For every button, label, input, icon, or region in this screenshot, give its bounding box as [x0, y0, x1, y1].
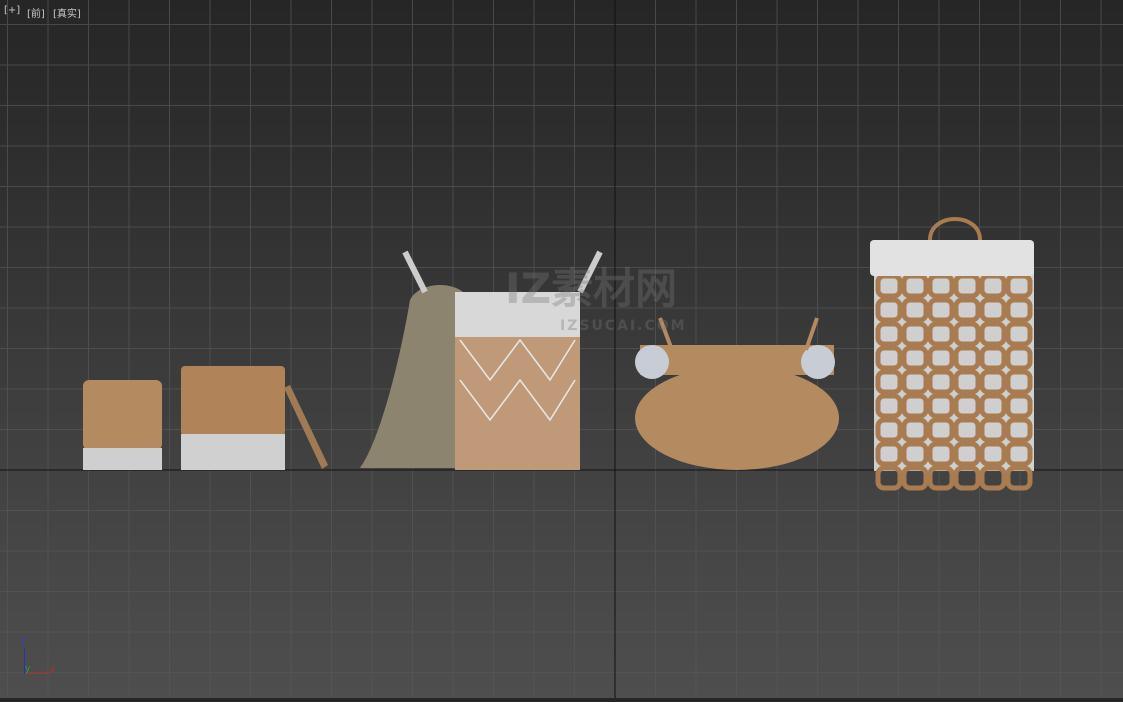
viewport-view-label[interactable]: [前] [27, 5, 45, 20]
viewport-shading-label[interactable]: [真实] [53, 5, 81, 20]
y-axis-label: y [25, 664, 31, 674]
small-wicker-basket[interactable] [83, 380, 162, 470]
macrame-basket-with-blanket[interactable] [360, 250, 603, 470]
viewport-plus-menu[interactable]: [+] [4, 5, 20, 16]
viewport-grid [0, 0, 1123, 698]
axis-gizmo: z y x [18, 636, 68, 676]
wicker-basket-with-lid[interactable] [181, 366, 328, 470]
x-axis-label: x [50, 665, 56, 675]
z-axis-label: z [21, 636, 26, 646]
tall-lattice-hamper[interactable] [870, 217, 1034, 491]
viewport-front[interactable]: IZ素材网 IZSUCAI.COM [+] [前] [真实] z y x [0, 0, 1123, 698]
